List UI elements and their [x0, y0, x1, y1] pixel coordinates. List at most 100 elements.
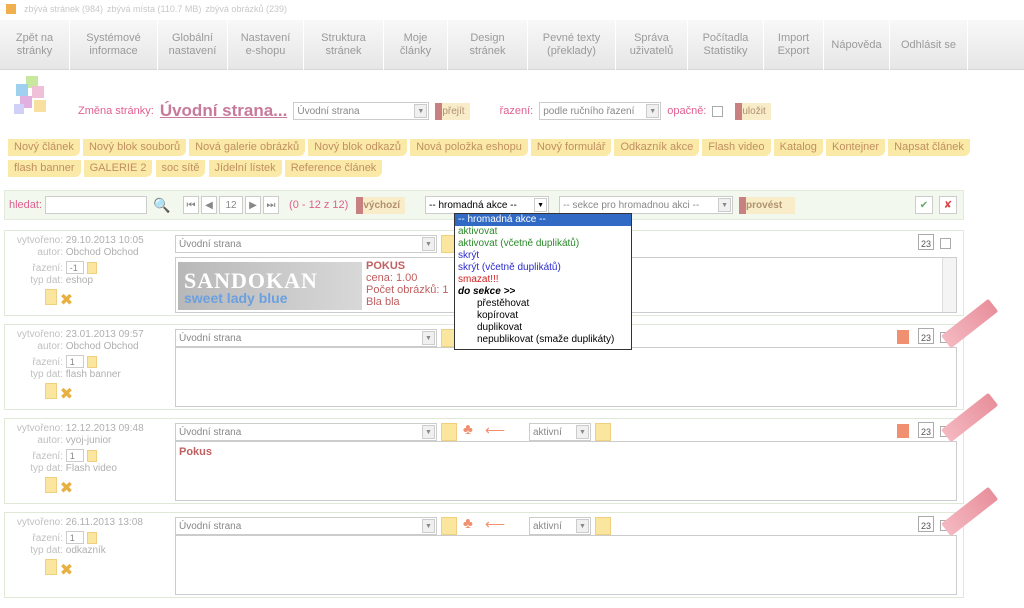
order-input[interactable]: 1: [65, 355, 84, 368]
chevron-down-icon: ▼: [646, 104, 660, 118]
nav-page-design[interactable]: Design stránek: [448, 20, 528, 70]
bulk-action-option[interactable]: nepublikovat (smaže duplikáty): [455, 334, 631, 346]
new-item-button[interactable]: Nová položka eshopu: [410, 139, 528, 156]
new-item-button[interactable]: Odkazník akce: [614, 139, 700, 156]
nav-system-info[interactable]: Systémové informace: [70, 20, 158, 70]
save-button[interactable]: uložit: [735, 102, 771, 120]
next-page-icon[interactable]: ▶: [245, 196, 262, 214]
page-title[interactable]: Úvodní strana...: [160, 101, 288, 121]
save-order-icon[interactable]: [86, 449, 97, 462]
new-item-button[interactable]: Nový článek: [8, 139, 80, 156]
tools-icon[interactable]: ✖: [60, 292, 73, 309]
prev-page-icon[interactable]: ◀: [201, 196, 218, 214]
new-item-button[interactable]: Flash video: [702, 139, 771, 156]
bulk-action-option[interactable]: přestěhovat: [455, 298, 631, 310]
bulk-action-option[interactable]: skrýt: [455, 250, 631, 262]
sort-label: řazení:: [499, 105, 534, 117]
bulk-action-option[interactable]: aktivovat: [455, 226, 631, 238]
save-status-icon[interactable]: [595, 517, 611, 535]
save-order-icon[interactable]: [86, 355, 97, 368]
first-page-icon[interactable]: ⏮: [183, 196, 200, 214]
nav-user-management[interactable]: Správa uživatelů: [616, 20, 688, 70]
scrollbar[interactable]: [942, 258, 956, 312]
visibility-icon[interactable]: [897, 330, 909, 344]
calendar-icon[interactable]: 23: [918, 328, 934, 344]
page-select[interactable]: Úvodní strana ▼: [293, 102, 430, 120]
new-item-button[interactable]: GALERIE 2: [83, 160, 153, 177]
default-button[interactable]: výchozí: [356, 196, 406, 214]
nav-global-settings[interactable]: Globální nastavení: [158, 20, 228, 70]
new-item-button[interactable]: Nový blok souborů: [82, 139, 187, 156]
section-select[interactable]: Úvodní strana ▼: [175, 235, 437, 253]
calendar-icon[interactable]: 23: [918, 422, 934, 438]
new-item-button[interactable]: flash banner: [8, 160, 81, 177]
execute-button[interactable]: provést: [739, 196, 796, 214]
section-select[interactable]: Úvodní strana ▼: [175, 423, 437, 441]
reverse-checkbox[interactable]: [712, 105, 724, 117]
nav-help[interactable]: Nápověda: [824, 20, 890, 70]
nav-eshop-settings[interactable]: Nastavení e-shopu: [228, 20, 304, 70]
bulk-action-select[interactable]: -- hromadná akce -- ▼: [425, 196, 550, 214]
nav-counters[interactable]: Počítadla Statistiky: [688, 20, 764, 70]
trash-icon[interactable]: [45, 382, 57, 399]
page-number[interactable]: 12: [219, 196, 244, 214]
section-select[interactable]: Úvodní strana ▼: [175, 517, 437, 535]
new-item-button[interactable]: Jídelní lístek: [208, 160, 282, 177]
search-icon[interactable]: 🔍: [153, 196, 171, 214]
bulk-action-option[interactable]: duplikovat: [455, 322, 631, 334]
sort-select[interactable]: podle ručního řazení ▼: [539, 102, 662, 120]
chevron-down-icon: ▼: [422, 331, 435, 345]
save-order-icon[interactable]: [86, 261, 97, 274]
go-button[interactable]: přejít: [435, 102, 470, 120]
last-page-icon[interactable]: ⏭: [263, 196, 280, 214]
chevron-down-icon: ▼: [422, 519, 435, 533]
visibility-icon[interactable]: [897, 424, 909, 438]
new-item-button[interactable]: Nový formulář: [530, 139, 612, 156]
save-order-icon[interactable]: [86, 531, 97, 544]
nav-import-export[interactable]: Import Export: [764, 20, 824, 70]
nav-logout[interactable]: Odhlásit se: [890, 20, 968, 70]
bulk-action-option[interactable]: smazat!!!: [455, 274, 631, 286]
nav-fixed-texts[interactable]: Pevné texty (překlady): [528, 20, 616, 70]
section-select[interactable]: -- sekce pro hromadnou akci -- ▼: [559, 196, 734, 214]
tools-icon[interactable]: ✖: [60, 480, 73, 497]
order-input[interactable]: 1: [65, 531, 84, 544]
new-item-button[interactable]: Kontejner: [825, 139, 886, 156]
order-input[interactable]: 1: [65, 449, 84, 462]
edit-icon[interactable]: [441, 423, 457, 441]
bulk-action-option[interactable]: kopírovat: [455, 310, 631, 322]
new-item-button[interactable]: soc sítě: [155, 160, 206, 177]
bulk-action-option[interactable]: skrýt (včetně duplikátů): [455, 262, 631, 274]
sitemap-icon[interactable]: ♣: [463, 515, 473, 532]
tools-icon[interactable]: ✖: [60, 562, 73, 579]
trash-icon[interactable]: [45, 476, 57, 493]
bulk-action-option[interactable]: aktivovat (včetně duplikátů): [455, 238, 631, 250]
new-item-button[interactable]: Nový blok odkazů: [308, 139, 407, 156]
trash-icon[interactable]: [45, 288, 57, 305]
tools-icon[interactable]: ✖: [60, 386, 73, 403]
new-item-button[interactable]: Napsat článek: [888, 139, 970, 156]
link-arrow-icon[interactable]: ⟵: [485, 516, 505, 533]
search-input[interactable]: [45, 196, 148, 214]
save-status-icon[interactable]: [595, 423, 611, 441]
section-select[interactable]: Úvodní strana ▼: [175, 329, 437, 347]
new-item-button[interactable]: Katalog: [773, 139, 823, 156]
select-all-icon[interactable]: ✔: [915, 196, 933, 214]
nav-back[interactable]: Zpět na stránky: [0, 20, 70, 70]
calendar-icon[interactable]: 23: [918, 234, 934, 250]
bulk-action-option[interactable]: -- hromadná akce --: [455, 214, 631, 226]
order-input[interactable]: -1: [65, 261, 84, 274]
link-arrow-icon[interactable]: ⟵: [485, 422, 505, 439]
row-checkbox[interactable]: [940, 238, 951, 249]
new-item-button[interactable]: Reference článek: [284, 160, 383, 177]
sitemap-icon[interactable]: ♣: [463, 421, 473, 438]
calendar-icon[interactable]: 23: [918, 516, 934, 532]
nav-my-articles[interactable]: Moje články: [384, 20, 448, 70]
edit-icon[interactable]: [441, 517, 457, 535]
nav-page-structure[interactable]: Struktura stránek: [304, 20, 384, 70]
status-select[interactable]: aktivní ▼: [529, 517, 591, 535]
trash-icon[interactable]: [45, 558, 57, 575]
deselect-all-icon[interactable]: ✘: [939, 196, 957, 214]
new-item-button[interactable]: Nová galerie obrázků: [189, 139, 306, 156]
status-select[interactable]: aktivní ▼: [529, 423, 591, 441]
